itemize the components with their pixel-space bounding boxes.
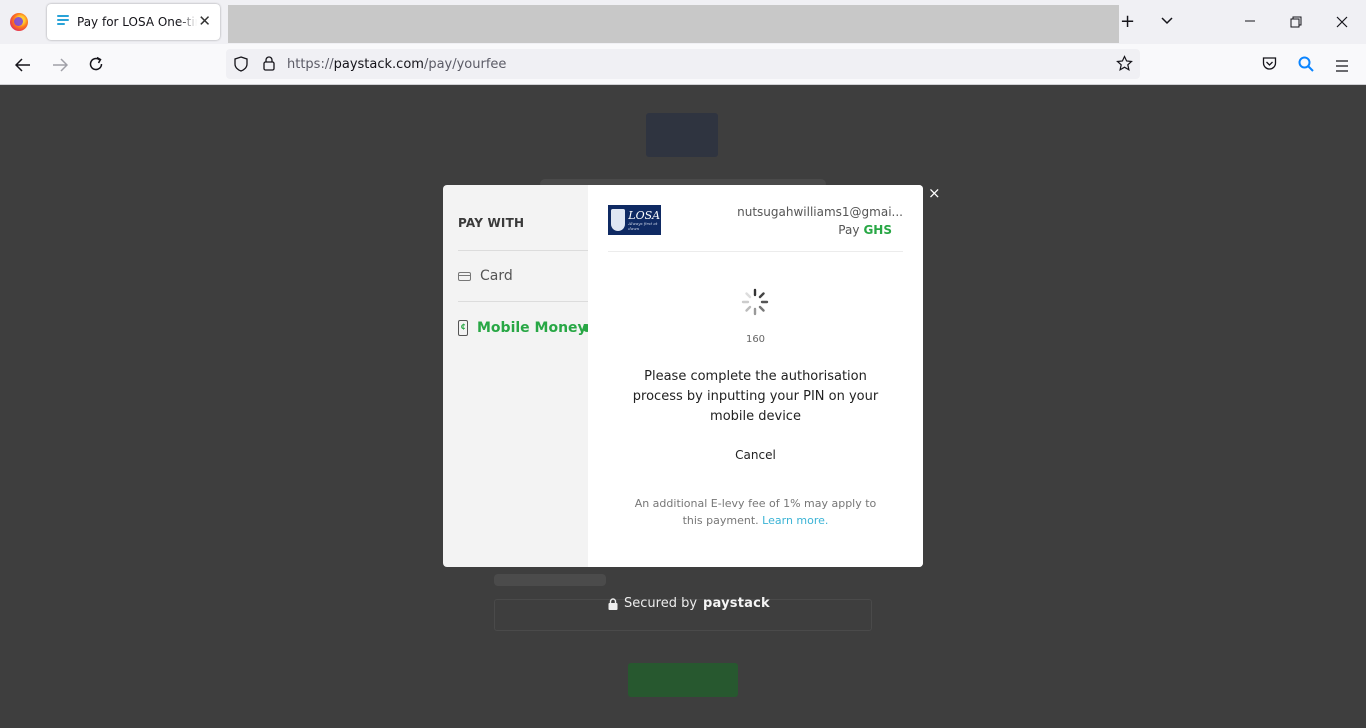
- secured-by-paystack: Secured by paystack: [608, 596, 770, 611]
- method-mobile-money-label: Mobile Money: [477, 320, 587, 336]
- shield-icon[interactable]: [234, 56, 248, 76]
- navigation-bar: https://paystack.com/pay/yourfee: [0, 44, 1366, 85]
- payment-modal: PAY WITH Card ₵ Mobile Money LOSA Always…: [443, 185, 923, 567]
- customer-email: nutsugahwilliams1@gmai...: [737, 205, 903, 219]
- payment-method-sidebar: PAY WITH Card ₵ Mobile Money: [443, 185, 591, 567]
- method-mobile-money[interactable]: ₵ Mobile Money: [458, 317, 588, 339]
- secured-by-label: Secured by: [624, 596, 698, 611]
- lock-icon[interactable]: [263, 56, 275, 75]
- crest-icon: [611, 209, 626, 231]
- reload-icon[interactable]: [88, 56, 104, 76]
- modal-close-icon[interactable]: ×: [928, 185, 941, 201]
- pocket-icon[interactable]: [1262, 56, 1277, 75]
- phone-icon: ₵: [458, 320, 468, 336]
- minimize-icon[interactable]: [1244, 14, 1256, 30]
- pay-with-heading: PAY WITH: [458, 216, 525, 230]
- background-label: [494, 574, 606, 586]
- pay-amount: Pay GHS: [838, 223, 892, 237]
- url-scheme: https://: [287, 57, 334, 72]
- forward-icon[interactable]: [52, 57, 69, 76]
- menu-icon[interactable]: [1335, 57, 1349, 76]
- merchant-tagline: Always first at dawn: [628, 220, 658, 231]
- tab-close-icon[interactable]: ✕: [198, 12, 211, 30]
- close-window-icon[interactable]: [1336, 15, 1348, 31]
- bookmark-star-icon[interactable]: [1116, 55, 1133, 76]
- tab-strip-empty: [228, 5, 1119, 43]
- tab-title: Pay for LOSA One-time fee: [77, 15, 197, 29]
- restore-icon[interactable]: [1290, 15, 1302, 31]
- cancel-button[interactable]: Cancel: [588, 448, 923, 462]
- payment-main-panel: LOSA Always first at dawn nutsugahwillia…: [588, 185, 923, 567]
- firefox-icon[interactable]: [10, 13, 28, 31]
- merchant-name: LOSA Always first at dawn: [628, 210, 661, 231]
- url-path: /pay/yourfee: [423, 57, 507, 72]
- new-tab-icon[interactable]: +: [1120, 13, 1135, 31]
- active-tab[interactable]: Pay for LOSA One-time fee ✕: [47, 4, 220, 40]
- countdown-timer: 160: [745, 334, 766, 345]
- e-levy-notice: An additional E-levy fee of 1% may apply…: [623, 495, 888, 529]
- pay-label: Pay: [838, 223, 860, 237]
- sidebar-divider: [458, 250, 588, 251]
- sidebar-divider: [458, 301, 588, 302]
- e-levy-text: An additional E-levy fee of 1% may apply…: [634, 497, 877, 527]
- method-card-label: Card: [480, 268, 513, 284]
- back-icon[interactable]: [14, 57, 31, 76]
- lock-icon: [608, 597, 618, 610]
- header-divider: [608, 251, 903, 252]
- card-icon: [458, 271, 471, 281]
- background-logo: [646, 113, 718, 157]
- url-bar[interactable]: https://paystack.com/pay/yourfee: [226, 49, 1140, 79]
- learn-more-link[interactable]: Learn more.: [762, 514, 828, 527]
- page-favicon-icon: [57, 15, 69, 28]
- currency-label: GHS: [863, 223, 892, 237]
- method-card[interactable]: Card: [458, 265, 588, 287]
- url-text[interactable]: https://paystack.com/pay/yourfee: [287, 57, 506, 72]
- merchant-name-text: LOSA: [628, 208, 661, 222]
- background-button: [628, 663, 738, 697]
- page-overlay: Secured by paystack PAY WITH Card ₵ Mobi…: [0, 86, 1366, 728]
- authorisation-instruction: Please complete the authorisation proces…: [632, 369, 879, 424]
- search-icon[interactable]: [1298, 56, 1314, 76]
- url-domain: paystack.com: [333, 57, 424, 72]
- tab-list-icon[interactable]: [1160, 14, 1174, 31]
- paystack-brand: paystack: [703, 596, 770, 611]
- loading-spinner-icon: [741, 288, 769, 316]
- merchant-logo: LOSA Always first at dawn: [608, 205, 661, 235]
- tab-bar: Pay for LOSA One-time fee ✕ +: [0, 0, 1366, 44]
